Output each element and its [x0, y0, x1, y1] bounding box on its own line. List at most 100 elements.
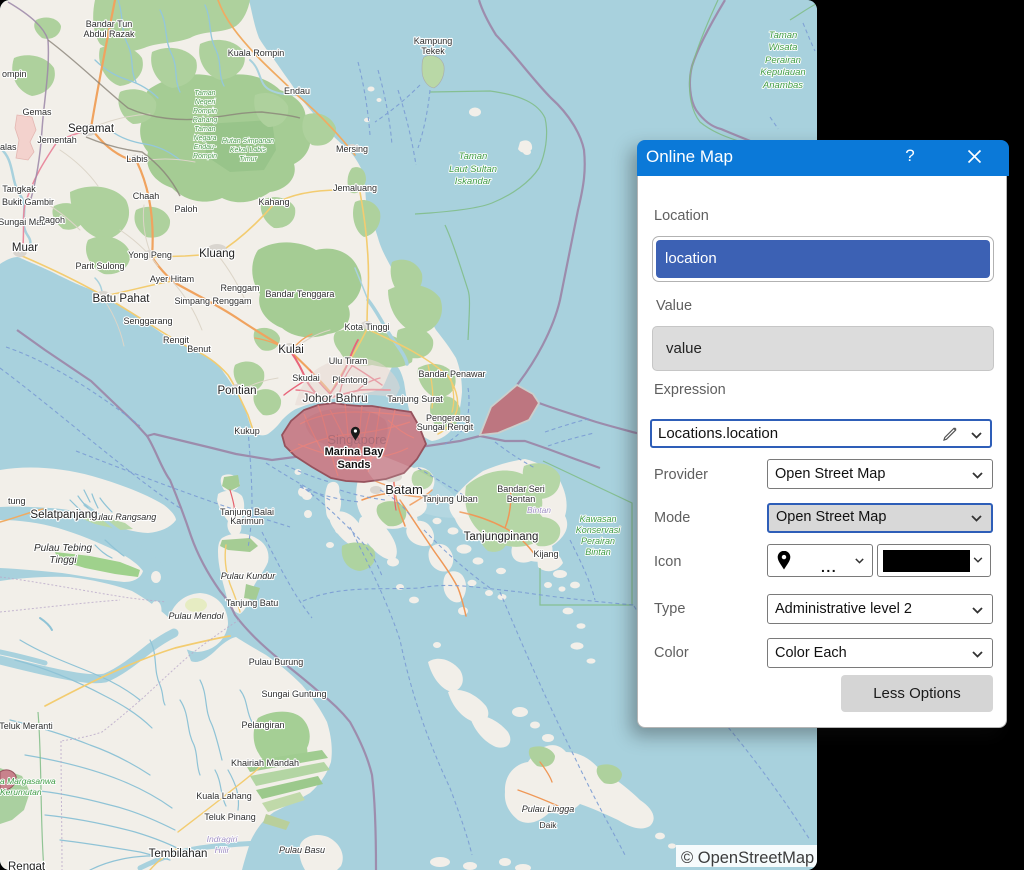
svg-text:Paloh: Paloh	[174, 204, 197, 214]
svg-text:Muar: Muar	[12, 242, 38, 254]
svg-text:Kepulauan: Kepulauan	[760, 67, 805, 78]
svg-text:Pagoh: Pagoh	[39, 215, 65, 225]
svg-text:Timur: Timur	[239, 156, 257, 163]
svg-text:Gemas: Gemas	[22, 107, 52, 117]
svg-text:Indragiri: Indragiri	[207, 834, 239, 844]
svg-text:Bentan: Bentan	[507, 494, 536, 504]
svg-text:Kampung: Kampung	[414, 36, 453, 46]
svg-text:Wisata: Wisata	[769, 42, 798, 53]
svg-text:Tanjung Uban: Tanjung Uban	[422, 494, 478, 504]
svg-text:Tangkak: Tangkak	[2, 184, 36, 194]
svg-text:Rengit: Rengit	[163, 335, 190, 345]
svg-text:Kukup: Kukup	[234, 426, 260, 436]
svg-text:Hutan Simpanan: Hutan Simpanan	[222, 138, 274, 145]
svg-text:Parit Sulong: Parit Sulong	[75, 261, 124, 271]
svg-text:Kekal Labis: Kekal Labis	[230, 147, 267, 154]
svg-text:Rompin: Rompin	[193, 153, 217, 160]
svg-text:Pulau Basu: Pulau Basu	[279, 845, 325, 855]
svg-text:Sands: Sands	[337, 459, 370, 471]
svg-text:Daik: Daik	[539, 820, 557, 830]
svg-text:Taman: Taman	[194, 90, 215, 97]
svg-text:a Margasanwa: a Margasanwa	[0, 776, 56, 786]
svg-text:Marina Bay: Marina Bay	[325, 446, 385, 458]
svg-text:Kulai: Kulai	[278, 344, 304, 356]
svg-text:Kuala Rompin: Kuala Rompin	[228, 48, 285, 58]
svg-text:Rompin: Rompin	[193, 108, 217, 115]
svg-text:Segamat: Segamat	[68, 123, 115, 135]
svg-text:Jementah: Jementah	[37, 135, 77, 145]
svg-text:Bandar Seri: Bandar Seri	[497, 484, 545, 494]
svg-text:Batam: Batam	[385, 482, 423, 497]
svg-text:Ayer Hitam: Ayer Hitam	[150, 274, 194, 284]
svg-text:Teluk Pinang: Teluk Pinang	[204, 812, 256, 822]
svg-text:Batu Pahat: Batu Pahat	[93, 293, 151, 305]
svg-text:Skudai: Skudai	[292, 373, 320, 383]
svg-text:Taman: Taman	[459, 151, 488, 162]
svg-text:Pulau Lingga: Pulau Lingga	[522, 804, 575, 814]
svg-text:Bintan: Bintan	[527, 505, 551, 515]
svg-text:Hilir: Hilir	[215, 845, 231, 855]
svg-text:Pulau Tebing: Pulau Tebing	[34, 543, 92, 554]
svg-text:ompin: ompin	[2, 69, 27, 79]
svg-text:Anambas: Anambas	[762, 80, 803, 91]
svg-text:Endau: Endau	[284, 86, 310, 96]
svg-text:Johor Bahru: Johor Bahru	[302, 391, 367, 405]
svg-text:Sungai Rengit: Sungai Rengit	[417, 422, 474, 432]
svg-text:Bukit Gambir: Bukit Gambir	[2, 197, 54, 207]
svg-text:Khairiah Mandah: Khairiah Mandah	[231, 758, 299, 768]
svg-text:Negeri: Negeri	[195, 99, 216, 106]
svg-text:Teluk Meranti: Teluk Meranti	[0, 721, 53, 731]
svg-text:© OpenStreetMap: © OpenStreetMap	[681, 849, 814, 867]
svg-text:Kluang: Kluang	[199, 248, 235, 260]
svg-text:Tanjung Batu: Tanjung Batu	[226, 598, 279, 608]
svg-text:Laut Sultan: Laut Sultan	[449, 164, 497, 175]
svg-text:Labis: Labis	[126, 154, 148, 164]
svg-text:Tanjungpinang: Tanjungpinang	[464, 531, 539, 543]
svg-text:Bandar Tun: Bandar Tun	[86, 19, 133, 29]
svg-text:Bintan: Bintan	[585, 547, 611, 557]
svg-text:Pulau Burung: Pulau Burung	[249, 657, 304, 667]
svg-text:Pulau Kundur: Pulau Kundur	[221, 571, 277, 581]
svg-text:Senggarang: Senggarang	[123, 316, 172, 326]
svg-text:Pulau Mendol: Pulau Mendol	[168, 611, 224, 621]
svg-text:Kuala Lahang: Kuala Lahang	[196, 791, 252, 801]
svg-text:Selatpanjang: Selatpanjang	[30, 509, 97, 521]
svg-text:Abdul Razak: Abdul Razak	[83, 29, 135, 39]
svg-text:Taman: Taman	[769, 30, 798, 41]
svg-text:Plentong: Plentong	[332, 375, 368, 385]
svg-text:tung: tung	[8, 496, 26, 506]
svg-text:Yong Peng: Yong Peng	[128, 250, 172, 260]
svg-text:Tinggi: Tinggi	[49, 555, 77, 566]
svg-text:Negara: Negara	[194, 135, 217, 142]
svg-text:Tembilahan: Tembilahan	[149, 848, 208, 860]
svg-text:Karimun: Karimun	[230, 516, 264, 526]
svg-text:Perairan: Perairan	[581, 536, 615, 546]
svg-text:Perairan: Perairan	[765, 55, 801, 66]
svg-text:Bandar Tenggara: Bandar Tenggara	[266, 289, 335, 299]
svg-text:Jemaluang: Jemaluang	[333, 183, 377, 193]
svg-text:Kota Tinggi: Kota Tinggi	[344, 322, 389, 332]
svg-text:Pulau Rangsang: Pulau Rangsang	[90, 512, 157, 522]
svg-text:Renggam: Renggam	[220, 283, 259, 293]
svg-text:Konservasi: Konservasi	[576, 525, 622, 535]
svg-text:Taman: Taman	[194, 126, 215, 133]
svg-text:Kawasan: Kawasan	[579, 514, 616, 524]
svg-text:Endau-: Endau-	[194, 144, 217, 151]
svg-text:Iskandar: Iskandar	[455, 176, 492, 187]
svg-text:Simpang Renggam: Simpang Renggam	[174, 296, 251, 306]
svg-text:Tekek: Tekek	[421, 46, 445, 56]
svg-text:Chaah: Chaah	[133, 191, 160, 201]
svg-text:Kerumutan: Kerumutan	[0, 787, 42, 797]
svg-text:Pontian: Pontian	[217, 385, 256, 397]
svg-text:Kijang: Kijang	[533, 549, 558, 559]
svg-text:Sungai Guntung: Sungai Guntung	[261, 689, 326, 699]
svg-text:Kahang: Kahang	[258, 197, 289, 207]
svg-text:Pelangiran: Pelangiran	[241, 720, 284, 730]
svg-text:Bandar Penawar: Bandar Penawar	[418, 369, 485, 379]
svg-text:Tanjung Surat: Tanjung Surat	[387, 394, 443, 404]
svg-text:alas: alas	[0, 142, 17, 152]
svg-text:Mersing: Mersing	[336, 144, 368, 154]
svg-text:Rengat: Rengat	[8, 861, 46, 870]
svg-text:Rahang: Rahang	[193, 117, 218, 124]
svg-text:Ulu Tiram: Ulu Tiram	[329, 356, 368, 366]
